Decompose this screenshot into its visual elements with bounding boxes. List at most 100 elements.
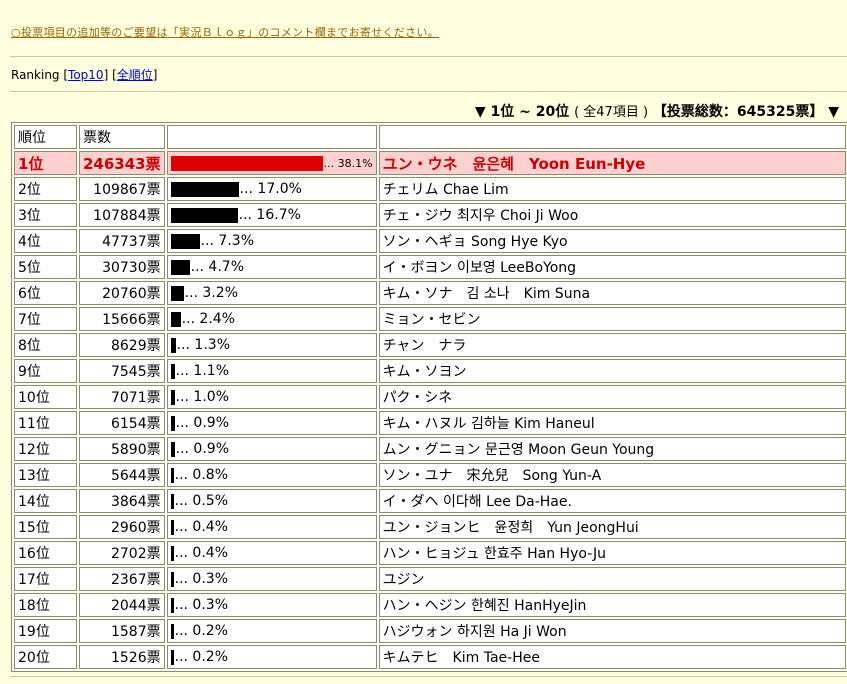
bar-cell: ... 38.1% (166, 151, 377, 175)
table-row: 7位 15666票 ... 2.4% ミョン・セビン (14, 307, 846, 331)
rank-cell: 5位 (14, 255, 77, 279)
rank-cell: 18位 (14, 593, 77, 617)
table-row: 10位 7071票 ... 1.0% パク・シネ (14, 385, 846, 409)
votes-cell: 2702票 (79, 541, 165, 565)
all-ranks-link[interactable]: 全順位 (117, 68, 153, 82)
vote-bar (170, 155, 323, 171)
bar-cell: ... 1.3% (166, 333, 377, 357)
percent-label: ... 7.3% (200, 233, 254, 249)
votes-cell: 1526票 (79, 645, 165, 669)
header-bar (166, 125, 377, 149)
table-row: 14位 3864票 ... 0.5% イ・ダヘ 이다해 Lee Da-Hae. (14, 489, 846, 513)
percent-label: ... 16.7% (238, 207, 301, 223)
percent-label: ... 1.3% (176, 337, 230, 353)
range-header: ▼ 1位 ~ 20位 ( 全47項目 ) 【投票総数：645325票】 ▼ (475, 101, 839, 121)
name-cell: パク・シネ (378, 385, 846, 409)
notice-link[interactable]: ○投票項目の追加等のご要望は「実況Ｂｌｏｇ」のコメント欄までお寄せください。 (11, 24, 439, 40)
bar-cell: ... 3.2% (166, 281, 377, 305)
name-cell: ミョン・セビン (378, 307, 846, 331)
table-row: 13位 5644票 ... 0.8% ソン・ユナ 宋允兒 Song Yun-A (14, 463, 846, 487)
top10-link[interactable]: Top10 (68, 68, 104, 82)
total-votes: 【投票総数：645325票】 ▼ (652, 104, 839, 120)
table-row: 19位 1587票 ... 0.2% ハジウォン 하지원 Ha Ji Won (14, 619, 846, 643)
percent-label: ... 0.4% (174, 519, 228, 535)
bar-cell: ... 17.0% (166, 177, 377, 201)
divider-top (10, 56, 847, 57)
votes-cell: 2367票 (79, 567, 165, 591)
name-cell: ハン・ヒョジュ 한효주 Han Hyo-Ju (378, 541, 846, 565)
table-row: 8位 8629票 ... 1.3% チャン ナラ (14, 333, 846, 357)
vote-bar (170, 181, 239, 197)
rank-cell: 4位 (14, 229, 77, 253)
name-cell: ソン・ユナ 宋允兒 Song Yun-A (378, 463, 846, 487)
vote-bar (170, 259, 190, 275)
name-cell: キムテヒ Kim Tae-Hee (378, 645, 846, 669)
rank-cell: 2位 (14, 177, 77, 201)
bar-cell: ... 7.3% (166, 229, 377, 253)
votes-cell: 7545票 (79, 359, 165, 383)
table-row: 9位 7545票 ... 1.1% キム・ソヨン (14, 359, 846, 383)
percent-label: ... 0.2% (174, 649, 228, 665)
rank-cell: 8位 (14, 333, 77, 357)
bar-cell: ... 0.3% (166, 593, 377, 617)
rank-cell: 10位 (14, 385, 77, 409)
table-row: 2位 109867票 ... 17.0% チェリム Chae Lim (14, 177, 846, 201)
name-cell: ソン・ヘギョ Song Hye Kyo (378, 229, 846, 253)
vote-bar (170, 467, 174, 483)
bar-cell: ... 0.2% (166, 619, 377, 643)
ranking-nav: Ranking [Top10] [全順位] (11, 68, 158, 82)
table-row: 15位 2960票 ... 0.4% ユン・ジョンヒ 윤정희 Yun JeongHui (14, 515, 846, 539)
vote-bar (170, 493, 174, 509)
rank-cell: 11位 (14, 411, 77, 435)
percent-label: ... 38.1% (323, 156, 373, 170)
name-cell: キム・ハヌル 김하늘 Kim Haneul (378, 411, 846, 435)
vote-bar (170, 233, 200, 249)
name-cell: キム・ソナ 김 소나 Kim Suna (378, 281, 846, 305)
rank-cell: 6位 (14, 281, 77, 305)
name-cell: チェ・ジウ 최지우 Choi Ji Woo (378, 203, 846, 227)
votes-cell: 2960票 (79, 515, 165, 539)
votes-cell: 109867票 (79, 177, 165, 201)
table-row: 20位 1526票 ... 0.2% キムテヒ Kim Tae-Hee (14, 645, 846, 669)
table-row: 12位 5890票 ... 0.9% ムン・グニョン 문근영 Moon Geun Yo… (14, 437, 846, 461)
bar-cell: ... 0.4% (166, 541, 377, 565)
table-header-row: 順位 票数 (14, 125, 846, 149)
bar-cell: ... 0.4% (166, 515, 377, 539)
percent-label: ... 3.2% (184, 285, 238, 301)
table-row: 1位 246343票 ... 38.1% ユン・ウネ 윤은혜 Yoon Eun-Hye (14, 151, 846, 175)
vote-bar (170, 363, 175, 379)
rank-cell: 17位 (14, 567, 77, 591)
percent-label: ... 0.3% (174, 597, 228, 613)
name-cell: ムン・グニョン 문근영 Moon Geun Young (378, 437, 846, 461)
percent-label: ... 0.8% (174, 467, 228, 483)
vote-bar (170, 389, 175, 405)
vote-bar (170, 337, 176, 353)
vote-bar (170, 311, 181, 327)
votes-cell: 20760票 (79, 281, 165, 305)
rank-cell: 12位 (14, 437, 77, 461)
percent-label: ... 0.9% (175, 415, 229, 431)
table-row: 16位 2702票 ... 0.4% ハン・ヒョジュ 한효주 Han Hyo-Ju (14, 541, 846, 565)
votes-cell: 7071票 (79, 385, 165, 409)
bar-cell: ... 0.5% (166, 489, 377, 513)
votes-cell: 1587票 (79, 619, 165, 643)
percent-label: ... 17.0% (239, 181, 302, 197)
bar-cell: ... 0.2% (166, 645, 377, 669)
votes-cell: 6154票 (79, 411, 165, 435)
percent-label: ... 1.0% (175, 389, 229, 405)
bar-cell: ... 0.8% (166, 463, 377, 487)
percent-label: ... 4.7% (190, 259, 244, 275)
name-cell: ユン・ジョンヒ 윤정희 Yun JeongHui (378, 515, 846, 539)
percent-label: ... 2.4% (181, 311, 235, 327)
rank-cell: 19位 (14, 619, 77, 643)
percent-label: ... 0.5% (174, 493, 228, 509)
votes-cell: 2044票 (79, 593, 165, 617)
table-row: 18位 2044票 ... 0.3% ハン・ヘジン 한혜진 HanHyeJin (14, 593, 846, 617)
table-row: 6位 20760票 ... 3.2% キム・ソナ 김 소나 Kim Suna (14, 281, 846, 305)
table-row: 11位 6154票 ... 0.9% キム・ハヌル 김하늘 Kim Haneul (14, 411, 846, 435)
bar-cell: ... 4.7% (166, 255, 377, 279)
votes-cell: 8629票 (79, 333, 165, 357)
percent-label: ... 0.2% (174, 623, 228, 639)
name-cell: ハン・ヘジン 한혜진 HanHyeJin (378, 593, 846, 617)
rank-cell: 15位 (14, 515, 77, 539)
